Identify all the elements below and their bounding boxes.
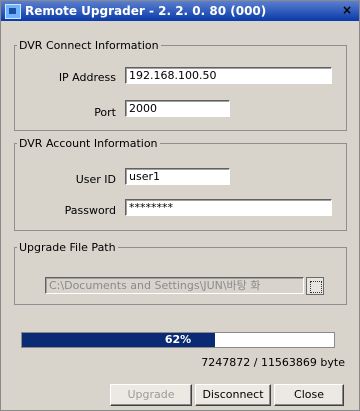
remote-upgrader-window: Remote Upgrader - 2. 2. 0. 80 (000) × DV… [0,0,360,411]
disconnect-button[interactable]: Disconnect [195,384,271,406]
user-id-input[interactable]: user1 [125,168,230,185]
progress-percent: 62% [164,333,192,346]
port-input[interactable]: 2000 [125,100,230,117]
upgrade-file-legend: Upgrade File Path [19,241,116,254]
upgrade-button[interactable]: Upgrade [110,384,192,406]
user-id-label: User ID [75,173,116,186]
app-icon [5,4,21,19]
ip-address-input[interactable]: 192.168.100.50 [125,67,332,84]
close-window-icon[interactable]: × [339,2,355,18]
title-bar[interactable]: Remote Upgrader - 2. 2. 0. 80 (000) × [1,1,359,21]
upgrade-file-path-input[interactable]: C:\Documents and Settings\JUN\바탕 화 [45,277,304,294]
upgrade-file-group: Upgrade File Path [14,241,347,305]
port-label: Port [94,106,116,119]
bytes-transferred: 7247872 / 11563869 byte [201,356,345,369]
password-label: Password [64,204,116,217]
dvr-connect-legend: DVR Connect Information [19,39,159,52]
close-button[interactable]: Close [274,384,344,406]
upgrade-progress-bar: 62% [21,332,335,348]
dvr-account-legend: DVR Account Information [19,137,158,150]
password-input[interactable]: ******** [125,199,332,216]
ip-address-label: IP Address [58,71,116,84]
window-title: Remote Upgrader - 2. 2. 0. 80 (000) [25,4,267,18]
browse-file-button[interactable] [306,277,324,295]
